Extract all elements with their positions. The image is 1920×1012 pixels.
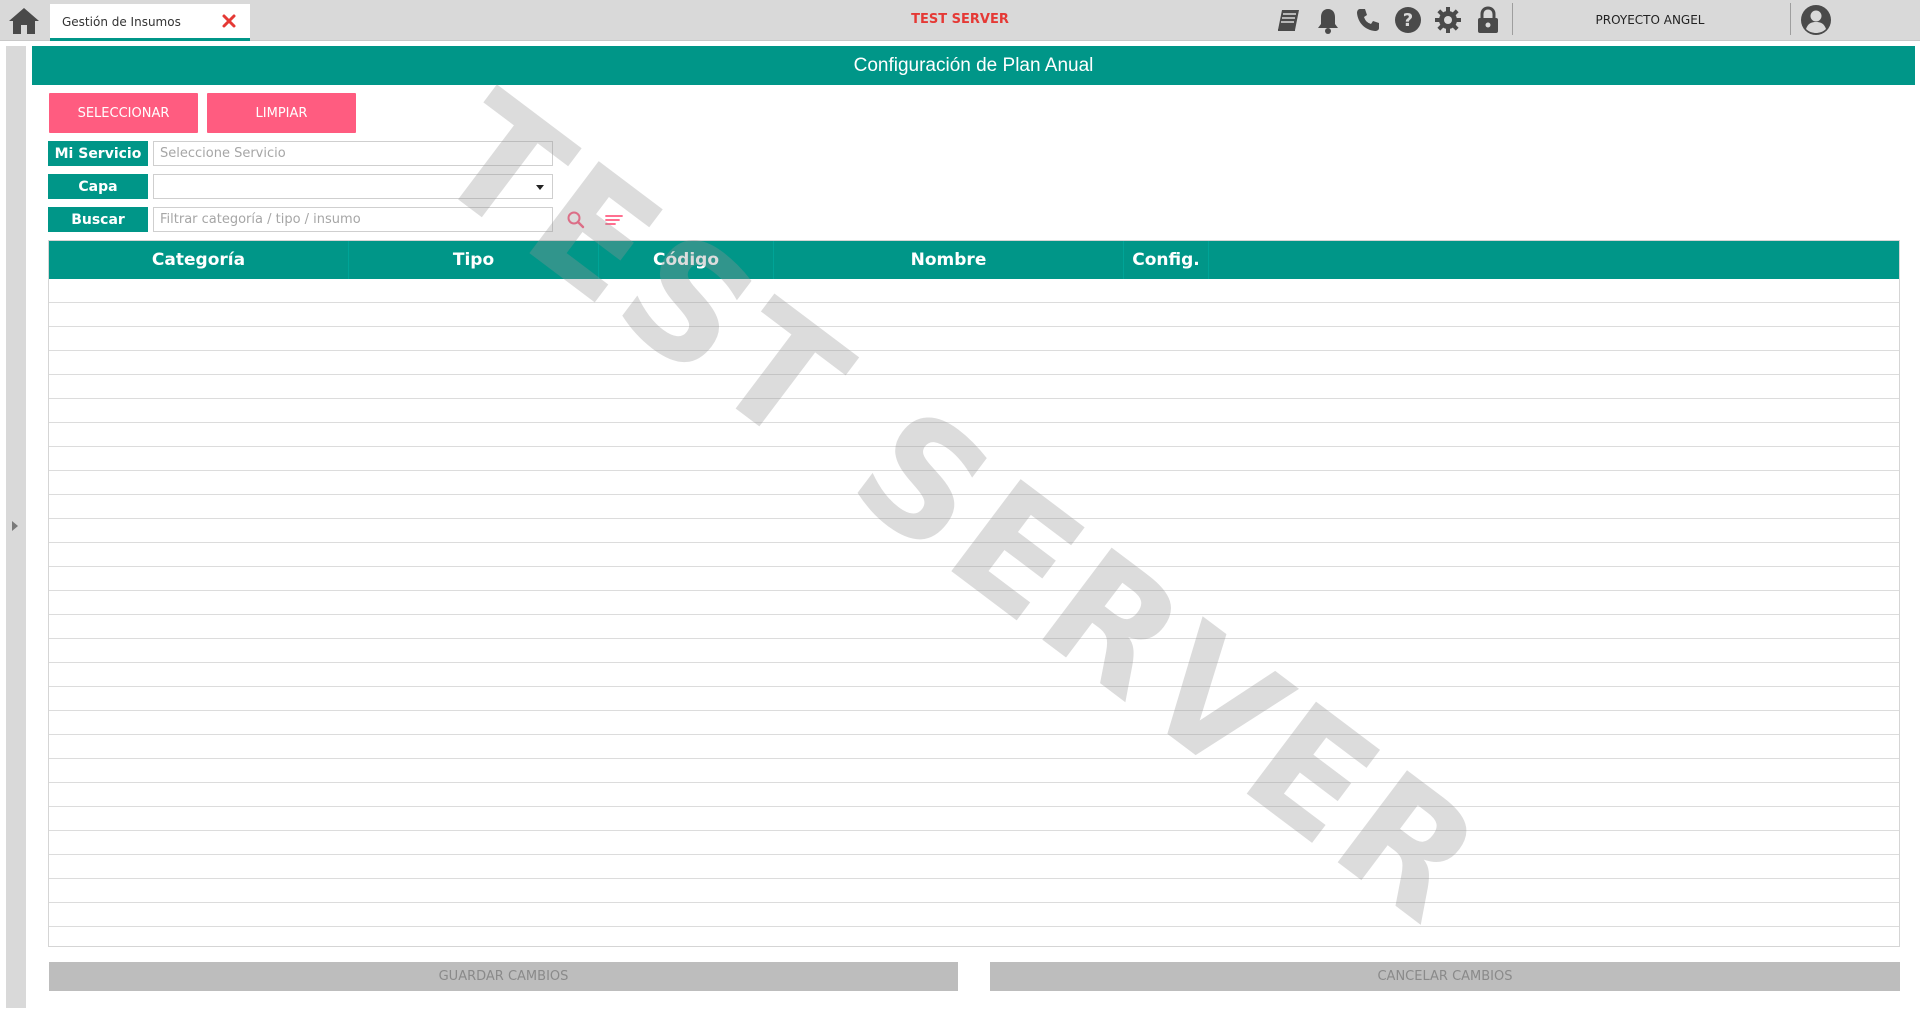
table-row [49, 855, 1899, 879]
table-row [49, 591, 1899, 615]
table-row [49, 639, 1899, 663]
lock-icon[interactable] [1472, 5, 1504, 35]
grid-body [49, 279, 1899, 946]
column-header-config[interactable]: Config. [1124, 241, 1209, 279]
table-row [49, 567, 1899, 591]
table-row [49, 375, 1899, 399]
project-label: PROYECTO ANGEL [1595, 13, 1705, 27]
table-row [49, 303, 1899, 327]
table-row [49, 279, 1899, 303]
data-grid: Categoría Tipo Código Nombre Config. [48, 240, 1900, 947]
svg-text:?: ? [1403, 10, 1413, 31]
separator [1512, 3, 1513, 35]
table-row [49, 735, 1899, 759]
column-header-codigo[interactable]: Código [599, 241, 774, 279]
table-row [49, 903, 1899, 927]
table-row [49, 495, 1899, 519]
table-row [49, 663, 1899, 687]
chevron-down-icon [536, 185, 544, 190]
clear-button[interactable]: LIMPIAR [207, 93, 356, 133]
table-row [49, 807, 1899, 831]
user-avatar-icon[interactable] [1800, 4, 1832, 36]
table-row [49, 399, 1899, 423]
table-row [49, 543, 1899, 567]
select-button[interactable]: SELECCIONAR [49, 93, 198, 133]
sidebar-toggle[interactable] [6, 46, 26, 1008]
table-row [49, 423, 1899, 447]
filter-list-icon[interactable] [603, 209, 625, 231]
tab-label: Gestión de Insumos [62, 15, 181, 29]
servicio-input[interactable] [153, 141, 553, 166]
server-label: TEST SERVER [911, 12, 1009, 27]
book-icon[interactable] [1272, 5, 1304, 35]
grid-header: Categoría Tipo Código Nombre Config. [49, 241, 1899, 279]
search-input[interactable] [153, 207, 553, 232]
table-row [49, 519, 1899, 543]
table-row [49, 351, 1899, 375]
column-header-categoria[interactable]: Categoría [49, 241, 349, 279]
table-row [49, 783, 1899, 807]
buscar-label: Buscar [48, 207, 148, 232]
table-row [49, 711, 1899, 735]
table-row [49, 927, 1899, 946]
search-icon[interactable] [565, 209, 587, 231]
home-icon[interactable] [7, 6, 41, 36]
bell-icon[interactable] [1312, 5, 1344, 35]
capa-select[interactable] [153, 174, 553, 199]
table-row [49, 327, 1899, 351]
help-icon[interactable]: ? [1392, 5, 1424, 35]
table-row [49, 615, 1899, 639]
capa-label: Capa [48, 174, 148, 199]
page-title: Configuración de Plan Anual [32, 46, 1915, 85]
top-bar: Gestión de Insumos TEST SERVER ? PROYECT… [0, 0, 1920, 41]
phone-icon[interactable] [1352, 5, 1384, 35]
column-header-tipo[interactable]: Tipo [349, 241, 599, 279]
cancel-changes-button[interactable]: CANCELAR CAMBIOS [990, 962, 1900, 991]
table-row [49, 831, 1899, 855]
save-changes-button[interactable]: GUARDAR CAMBIOS [49, 962, 958, 991]
close-icon[interactable] [220, 12, 238, 30]
table-row [49, 759, 1899, 783]
separator [1790, 3, 1791, 35]
servicio-label: Mi Servicio [48, 141, 148, 166]
gear-icon[interactable] [1432, 5, 1464, 35]
table-row [49, 471, 1899, 495]
table-row [49, 687, 1899, 711]
tab-gestion-insumos[interactable]: Gestión de Insumos [50, 4, 250, 41]
chevron-right-icon [12, 521, 18, 531]
column-header-nombre[interactable]: Nombre [774, 241, 1124, 279]
table-row [49, 447, 1899, 471]
table-row [49, 879, 1899, 903]
